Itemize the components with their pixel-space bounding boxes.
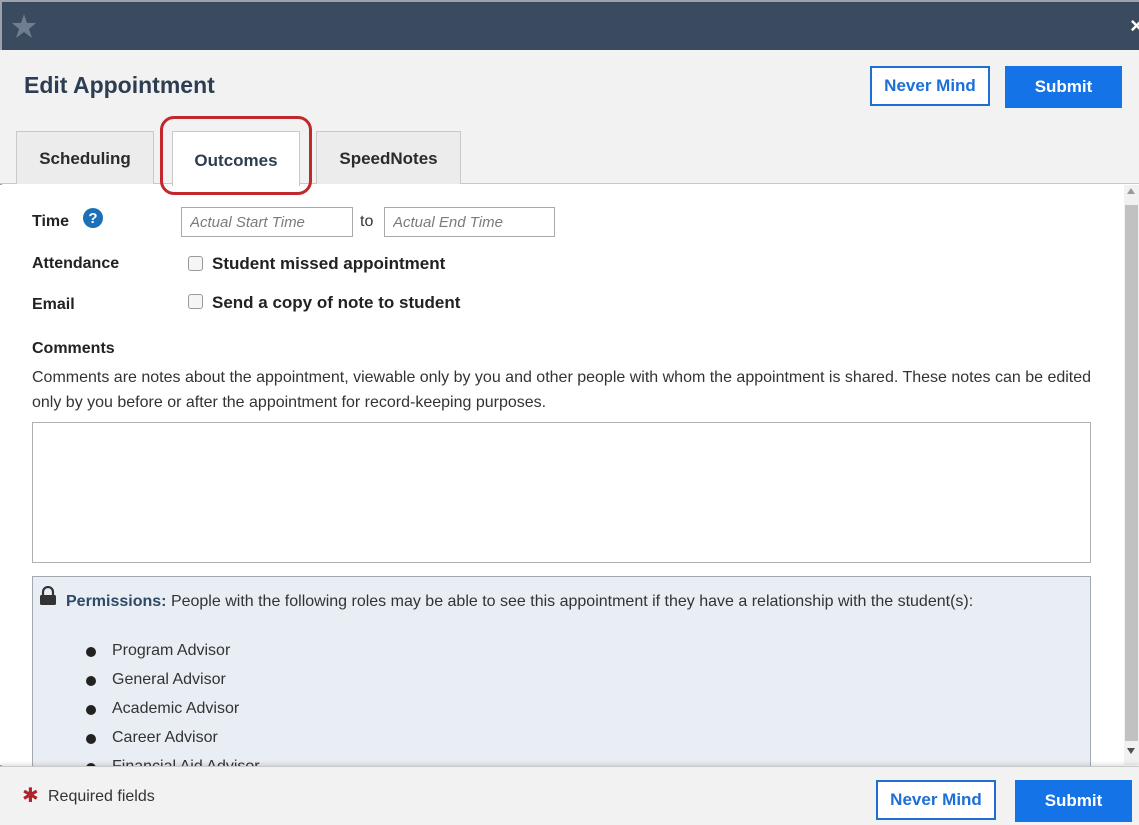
- student-missed-label[interactable]: Student missed appointment: [212, 254, 445, 274]
- tab-scheduling[interactable]: Scheduling: [16, 131, 154, 184]
- role-item: Career Advisor: [112, 729, 218, 746]
- permissions-text: Permissions: People with the following r…: [40, 589, 1040, 614]
- window-titlebar: ×: [0, 0, 1139, 50]
- attendance-label: Attendance: [32, 255, 120, 272]
- question-circle-icon[interactable]: ?: [82, 207, 104, 229]
- tab-speednotes[interactable]: SpeedNotes: [316, 131, 461, 184]
- comments-title: Comments: [32, 340, 115, 357]
- required-asterisk-icon: ✱: [22, 785, 39, 807]
- role-bullet: [86, 676, 96, 686]
- permissions-body: People with the following roles may be a…: [170, 593, 974, 610]
- tab-bar: [0, 124, 1139, 184]
- role-bullet: [86, 647, 96, 657]
- scroll-up-arrow-icon[interactable]: [1127, 188, 1135, 194]
- required-fields-note: Required fields: [48, 788, 155, 805]
- comments-description: Comments are notes about the appointment…: [32, 369, 1092, 411]
- time-label: Time: [32, 213, 70, 230]
- footer-never-mind-button[interactable]: Never Mind: [876, 780, 996, 820]
- role-item: Academic Advisor: [112, 700, 240, 717]
- actual-end-time-input[interactable]: [384, 207, 555, 237]
- role-bullet: [86, 705, 96, 715]
- tab-outcomes[interactable]: Outcomes: [172, 131, 300, 186]
- close-icon[interactable]: ×: [1130, 14, 1139, 38]
- role-item: General Advisor: [112, 671, 226, 688]
- send-copy-checkbox[interactable]: [188, 294, 203, 309]
- role-item: Program Advisor: [112, 642, 231, 659]
- scrollbar-thumb[interactable]: [1125, 205, 1138, 741]
- never-mind-button[interactable]: Never Mind: [870, 66, 990, 106]
- student-missed-checkbox[interactable]: [188, 256, 203, 271]
- actual-start-time-input[interactable]: [181, 207, 353, 237]
- permissions-heading: Permissions:: [66, 593, 167, 610]
- submit-button[interactable]: Submit: [1005, 66, 1122, 108]
- svg-text:?: ?: [88, 210, 97, 227]
- footer-submit-button[interactable]: Submit: [1015, 780, 1132, 822]
- scroll-down-arrow-icon[interactable]: [1127, 748, 1135, 754]
- send-copy-label[interactable]: Send a copy of note to student: [212, 293, 460, 313]
- star-logo-icon: [12, 14, 36, 38]
- email-label: Email: [32, 296, 75, 313]
- role-bullet: [86, 734, 96, 744]
- page-title: Edit Appointment: [24, 72, 215, 98]
- comments-textarea[interactable]: [32, 422, 1091, 563]
- to-label: to: [360, 213, 374, 230]
